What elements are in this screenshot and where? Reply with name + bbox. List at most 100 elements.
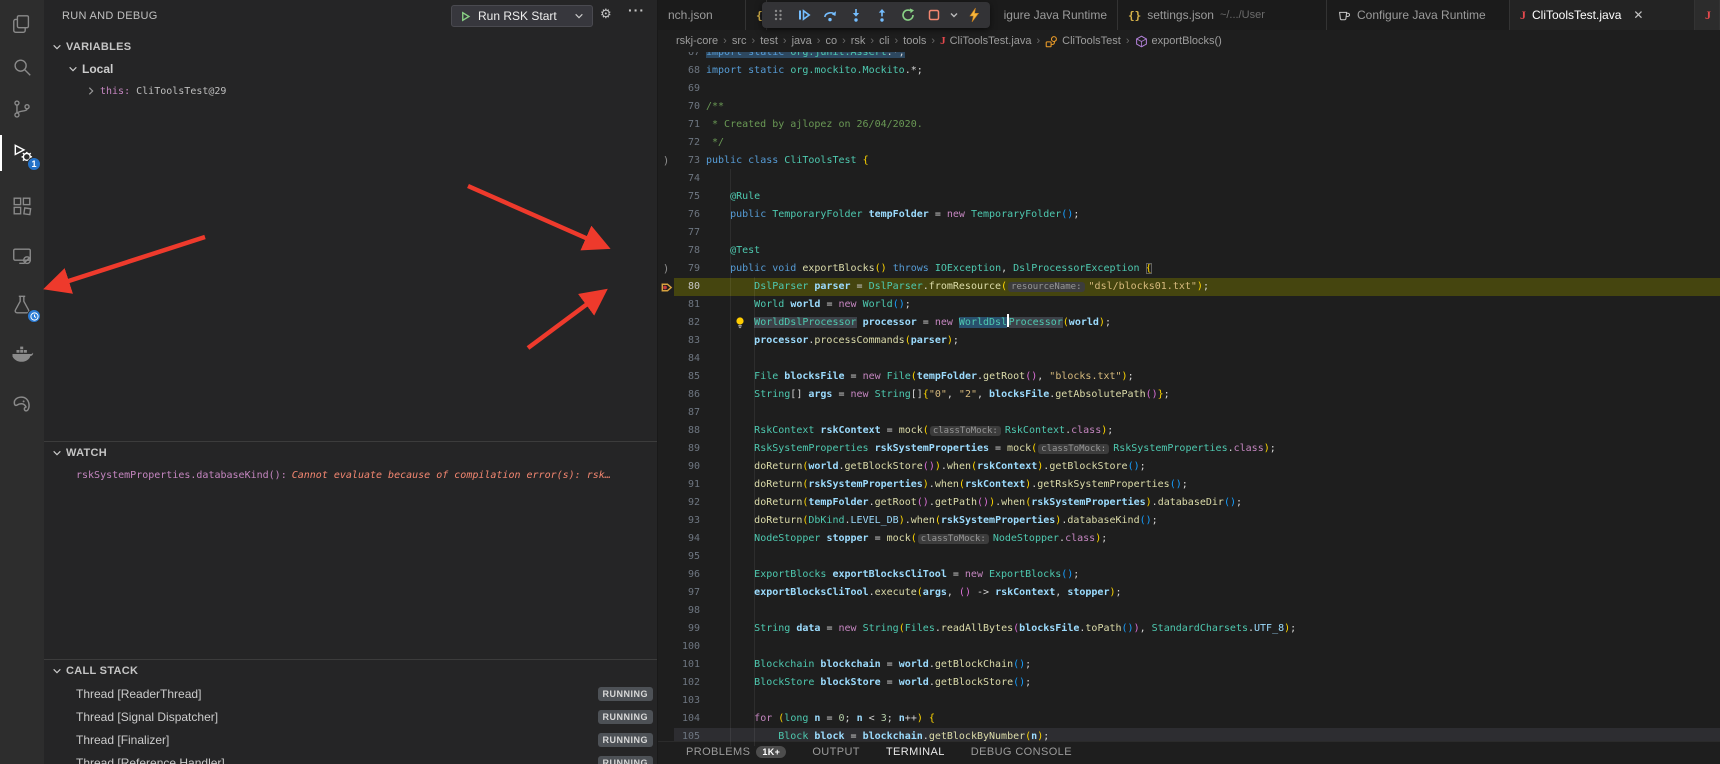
gutter-glyph-margin[interactable] (658, 278, 674, 296)
breadcrumb-item[interactable]: co (825, 35, 837, 47)
tab-nch-json[interactable]: nch.json (658, 0, 746, 30)
gutter-glyph-margin[interactable] (658, 404, 674, 422)
debug-start-icon[interactable] (460, 11, 471, 22)
code-line-93[interactable]: 93 doReturn(DbKind.LEVEL_DB).when(rskSys… (658, 512, 1720, 530)
line-number[interactable]: 94 (674, 530, 700, 548)
variables-scope-local[interactable]: Local (44, 58, 657, 80)
gutter-glyph-margin[interactable] (658, 134, 674, 152)
panel-tab-debug-console[interactable]: DEBUG CONSOLE (971, 746, 1072, 758)
code-line-96[interactable]: 96 ExportBlocks exportBlocksCliTool = ne… (658, 566, 1720, 584)
code-line-97[interactable]: 97 exportBlocksCliTool.execute(args, () … (658, 584, 1720, 602)
line-number[interactable]: 102 (674, 674, 700, 692)
code-line-101[interactable]: 101 Blockchain blockchain = world.getBlo… (658, 656, 1720, 674)
line-number[interactable]: 85 (674, 368, 700, 386)
run-and-debug-icon[interactable]: 1 (0, 131, 44, 175)
code-line-70[interactable]: 70/** (658, 98, 1720, 116)
code-line-102[interactable]: 102 BlockStore blockStore = world.getBlo… (658, 674, 1720, 692)
line-number[interactable]: 71 (674, 116, 700, 134)
tab-clitoolstest-java[interactable]: JCliToolsTest.java✕ (1510, 0, 1695, 30)
run-config-dropdown[interactable]: Run RSK Start (451, 5, 593, 27)
gutter-glyph-margin[interactable] (658, 80, 674, 98)
line-number[interactable]: 76 (674, 206, 700, 224)
code-line-94[interactable]: 94 NodeStopper stopper = mock(classToMoc… (658, 530, 1720, 548)
code-line-100[interactable]: 100 (658, 638, 1720, 656)
code-line-79[interactable]: )79 public void exportBlocks() throws IO… (658, 260, 1720, 278)
gutter-glyph-margin[interactable] (658, 692, 674, 710)
code-line-74[interactable]: 74 (658, 170, 1720, 188)
hot-code-replace-icon[interactable] (963, 4, 985, 26)
code-line-69[interactable]: 69 (658, 80, 1720, 98)
watch-header[interactable]: WATCH (44, 442, 657, 464)
code-line-81[interactable]: 81 World world = new World(); (658, 296, 1720, 314)
breadcrumb-item[interactable]: java (792, 35, 812, 47)
restart-icon[interactable] (897, 4, 919, 26)
search-icon[interactable] (0, 45, 44, 89)
line-number[interactable]: 77 (674, 224, 700, 242)
docker-icon[interactable] (0, 332, 44, 376)
remote-explorer-icon[interactable] (0, 234, 44, 278)
continue-icon[interactable] (793, 4, 815, 26)
gutter-glyph-margin[interactable] (658, 188, 674, 206)
code-line-85[interactable]: 85 File blocksFile = new File(tempFolder… (658, 368, 1720, 386)
code-line-95[interactable]: 95 (658, 548, 1720, 566)
line-number[interactable]: 78 (674, 242, 700, 260)
line-number[interactable]: 70 (674, 98, 700, 116)
gear-icon[interactable]: ⚙ (600, 6, 612, 22)
line-number[interactable]: 81 (674, 296, 700, 314)
gutter-glyph-margin[interactable] (658, 386, 674, 404)
gutter-glyph-margin[interactable] (658, 52, 674, 62)
lightbulb-icon[interactable] (734, 316, 746, 336)
more-actions-icon[interactable]: ··· (628, 2, 645, 18)
line-number[interactable]: 69 (674, 80, 700, 98)
gutter-glyph-margin[interactable] (658, 296, 674, 314)
code-line-67[interactable]: 67import static org.junit.Assert.*; (658, 52, 1720, 62)
gutter-glyph-margin[interactable]: ) (658, 152, 674, 170)
gutter-glyph-margin[interactable] (658, 656, 674, 674)
stop-icon[interactable] (923, 4, 945, 26)
call-stack-header[interactable]: CALL STACK (44, 660, 657, 682)
code-line-103[interactable]: 103 (658, 692, 1720, 710)
source-control-icon[interactable] (0, 87, 44, 131)
code-line-84[interactable]: 84 (658, 350, 1720, 368)
line-number[interactable]: 83 (674, 332, 700, 350)
chevron-down-icon[interactable] (949, 4, 959, 26)
extensions-icon[interactable] (0, 184, 44, 228)
current-frame-breakpoint-icon[interactable] (660, 281, 673, 294)
gutter-glyph-margin[interactable] (658, 548, 674, 566)
tab-stub[interactable]: J (1695, 0, 1720, 30)
gutter-glyph-margin[interactable] (658, 224, 674, 242)
code-line-82[interactable]: 82 WorldDslProcessor processor = new Wor… (658, 314, 1720, 332)
line-number[interactable]: 100 (674, 638, 700, 656)
panel-tab-terminal[interactable]: TERMINAL (886, 746, 945, 758)
line-number[interactable]: 98 (674, 602, 700, 620)
code-line-83[interactable]: 83 processor.processCommands(parser); (658, 332, 1720, 350)
line-number[interactable]: 96 (674, 566, 700, 584)
tab-configure-java-runtime[interactable]: Configure Java Runtime (1327, 0, 1510, 30)
call-stack-thread[interactable]: Thread [ReaderThread]RUNNING (44, 682, 657, 705)
step-out-icon[interactable] (871, 4, 893, 26)
breadcrumb-item[interactable]: test (760, 35, 778, 47)
gutter-glyph-margin[interactable] (658, 368, 674, 386)
gutter-glyph-margin[interactable] (658, 332, 674, 350)
call-stack-thread[interactable]: Thread [Reference Handler]RUNNING (44, 751, 657, 764)
line-number[interactable]: 82 (674, 314, 700, 332)
gutter-glyph-margin[interactable] (658, 98, 674, 116)
line-number[interactable]: 75 (674, 188, 700, 206)
breadcrumb-item[interactable]: tools (903, 35, 926, 47)
code-line-87[interactable]: 87 (658, 404, 1720, 422)
tab-igure-java-runtime[interactable]: igure Java Runtime (986, 0, 1118, 30)
gutter-glyph-margin[interactable] (658, 494, 674, 512)
code-line-75[interactable]: 75 @Rule (658, 188, 1720, 206)
gutter-glyph-margin[interactable] (658, 458, 674, 476)
gutter-glyph-margin[interactable] (658, 422, 674, 440)
code-line-88[interactable]: 88 RskContext rskContext = mock(classToM… (658, 422, 1720, 440)
variable-this[interactable]: this: CliToolsTest@29 (44, 80, 657, 102)
step-into-icon[interactable] (845, 4, 867, 26)
code-line-80[interactable]: 80 DslParser parser = DslParser.fromReso… (658, 278, 1720, 296)
gutter-glyph-margin[interactable] (658, 602, 674, 620)
breadcrumb-item[interactable]: cli (879, 35, 889, 47)
line-number[interactable]: 103 (674, 692, 700, 710)
line-number[interactable]: 80 (674, 278, 700, 296)
line-number[interactable]: 91 (674, 476, 700, 494)
testing-icon[interactable] (0, 283, 44, 327)
